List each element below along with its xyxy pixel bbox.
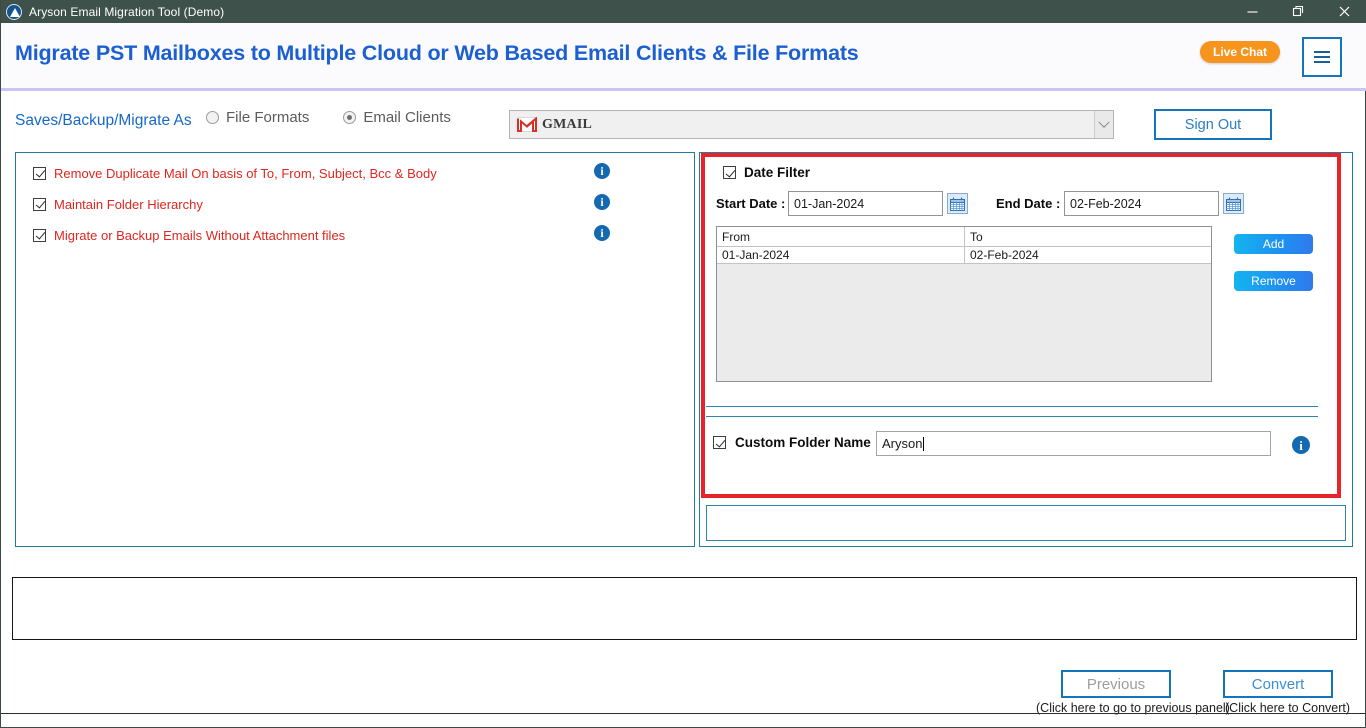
- date-range-row: Start Date : 01-Jan-2024 End Date: 02-F…: [716, 191, 1336, 217]
- convert-button[interactable]: Convert: [1223, 670, 1333, 698]
- checkbox-icon[interactable]: [33, 228, 46, 242]
- minimize-icon[interactable]: [1229, 0, 1275, 23]
- calendar-icon[interactable]: [947, 193, 968, 214]
- column-header-to: To: [970, 229, 983, 244]
- previous-button[interactable]: Previous: [1061, 670, 1171, 698]
- custom-folder-name-row: Custom Folder Name Aryson: [713, 431, 1333, 457]
- header-banner: Migrate PST Mailboxes to Multiple Cloud …: [1, 23, 1366, 91]
- option-label: Maintain Folder Hierarchy: [54, 196, 203, 212]
- remove-button[interactable]: Remove: [1234, 271, 1313, 291]
- filter-options-panel: Date Filter Start Date : 01-Jan-2024 End…: [699, 152, 1353, 547]
- option-maintain-folder-hierarchy[interactable]: Maintain Folder Hierarchy: [33, 195, 203, 213]
- cell-to: 02-Feb-2024: [970, 248, 1039, 262]
- column-header-from: From: [717, 227, 965, 246]
- custom-folder-name-input[interactable]: Aryson: [876, 431, 1271, 456]
- date-filter-label: Date Filter: [744, 165, 811, 180]
- date-range-table[interactable]: From To 01-Jan-2024 02-Feb-2024: [716, 226, 1212, 382]
- end-date-label: End Date :: [996, 196, 1061, 211]
- section-divider: [706, 416, 1318, 417]
- close-icon[interactable]: [1321, 0, 1366, 23]
- live-chat-button[interactable]: Live Chat: [1199, 41, 1280, 63]
- custom-folder-name-label: Custom Folder Name: [735, 435, 871, 450]
- option-remove-duplicate-mail[interactable]: Remove Duplicate Mail On basis of To, Fr…: [33, 164, 437, 182]
- checkbox-icon[interactable]: [713, 436, 726, 449]
- saves-backup-migrate-label: Saves/Backup/Migrate As: [15, 112, 192, 129]
- custom-folder-name-value: Aryson: [882, 436, 923, 451]
- date-filter-toggle[interactable]: Date Filter: [723, 165, 810, 180]
- chevron-down-icon[interactable]: [1094, 111, 1113, 138]
- maximize-restore-icon[interactable]: [1275, 0, 1321, 23]
- aryson-logo-icon: [6, 3, 22, 20]
- page-title: Migrate PST Mailboxes to Multiple Cloud …: [15, 41, 859, 65]
- status-subpanel: [706, 505, 1346, 541]
- cell-from: 01-Jan-2024: [717, 247, 965, 263]
- text-caret: [923, 436, 925, 451]
- checkbox-icon[interactable]: [33, 197, 46, 211]
- migration-options-panel: Remove Duplicate Mail On basis of To, Fr…: [15, 152, 695, 547]
- application-window: Aryson Email Migration Tool (Demo) Migra…: [0, 0, 1366, 728]
- end-date-input[interactable]: 02-Feb-2024: [1064, 191, 1219, 216]
- info-icon[interactable]: i: [1292, 436, 1310, 454]
- hamburger-bar: [1314, 56, 1330, 58]
- start-date-input[interactable]: 01-Jan-2024: [788, 191, 943, 216]
- info-icon[interactable]: i: [594, 194, 610, 210]
- radio-dot-icon: [343, 111, 357, 124]
- radio-file-formats[interactable]: File Formats: [206, 109, 309, 126]
- hamburger-bar: [1314, 61, 1330, 63]
- table-header-row: From To: [717, 227, 1211, 247]
- option-label: Remove Duplicate Mail On basis of To, Fr…: [54, 165, 437, 181]
- radio-email-clients-label: Email Clients: [363, 109, 451, 126]
- email-client-dropdown[interactable]: GMAIL: [509, 110, 1114, 139]
- selected-email-client: GMAIL: [542, 116, 592, 132]
- radio-dot-icon: [206, 111, 219, 124]
- section-divider: [706, 406, 1318, 407]
- sign-out-button[interactable]: Sign Out: [1154, 109, 1272, 140]
- checkbox-icon[interactable]: [33, 166, 46, 180]
- option-without-attachment-files[interactable]: Migrate or Backup Emails Without Attachm…: [33, 226, 345, 244]
- hamburger-menu-icon[interactable]: [1302, 37, 1342, 77]
- window-title: Aryson Email Migration Tool (Demo): [29, 4, 225, 19]
- table-row[interactable]: 01-Jan-2024 02-Feb-2024: [717, 247, 1211, 264]
- radio-file-formats-label: File Formats: [226, 109, 310, 126]
- footer-separator: [1, 713, 1366, 714]
- info-icon[interactable]: i: [594, 163, 610, 179]
- checkbox-icon[interactable]: [723, 166, 736, 179]
- add-button[interactable]: Add: [1234, 234, 1313, 254]
- calendar-icon[interactable]: [1223, 193, 1244, 214]
- output-type-radio-group: File Formats Email Clients: [206, 109, 451, 126]
- info-icon[interactable]: i: [594, 225, 610, 241]
- title-bar: Aryson Email Migration Tool (Demo): [1, 0, 1366, 23]
- start-date-label: Start Date :: [716, 196, 786, 211]
- window-controls: [1229, 0, 1366, 23]
- option-label: Migrate or Backup Emails Without Attachm…: [54, 227, 346, 243]
- email-client-dropdown-value: GMAIL: [510, 111, 1094, 138]
- log-output-panel: [12, 577, 1357, 640]
- gmail-icon: [517, 116, 537, 132]
- hamburger-bar: [1314, 51, 1330, 53]
- radio-email-clients[interactable]: Email Clients: [343, 109, 451, 126]
